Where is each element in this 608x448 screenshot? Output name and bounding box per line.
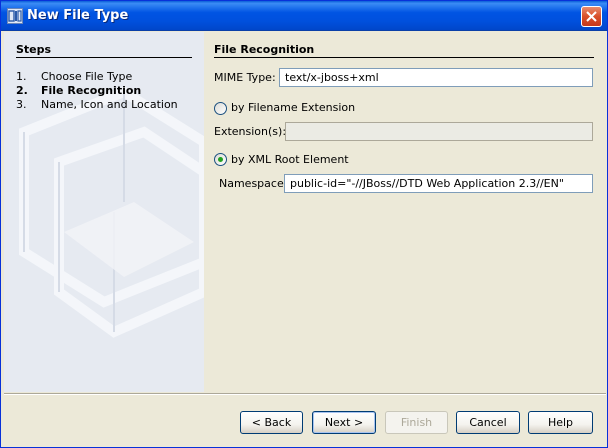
by-filename-extension-label[interactable]: by Filename Extension [231, 101, 355, 114]
button-bar-divider [4, 393, 606, 395]
step-number: 2. [16, 84, 28, 97]
mime-type-field[interactable]: text/x-jboss+xml [279, 68, 593, 87]
finish-button[interactable]: Finish [385, 411, 448, 434]
app-icon [7, 8, 23, 24]
mime-type-label: MIME Type: [214, 71, 276, 84]
dialog-window: New File Type Steps 1. Choose File Type … [0, 0, 608, 448]
steps-divider [16, 57, 192, 58]
namespace-field[interactable]: public-id="-//JBoss//DTD Web Application… [284, 174, 593, 193]
radio-selected-dot [218, 157, 223, 162]
by-xml-root-element-label[interactable]: by XML Root Element [231, 153, 349, 166]
step-number: 3. [16, 98, 27, 111]
extensions-field[interactable] [285, 122, 593, 141]
cancel-button[interactable]: Cancel [456, 411, 520, 434]
step-item-choose-file-type: 1. Choose File Type [16, 70, 132, 83]
section-title: File Recognition [214, 43, 315, 56]
namespace-label: Namespace: [219, 177, 288, 190]
steps-title: Steps [16, 43, 52, 56]
window-title: New File Type [27, 8, 129, 23]
close-icon [586, 11, 597, 22]
next-button[interactable]: Next > [312, 411, 376, 434]
main-panel: File Recognition MIME Type: text/x-jboss… [204, 32, 606, 392]
step-label: Name, Icon and Location [41, 98, 178, 111]
step-item-name-icon-location: 3. Name, Icon and Location [16, 98, 178, 111]
title-bar[interactable]: New File Type [1, 1, 607, 31]
help-button[interactable]: Help [528, 411, 593, 434]
step-number: 1. [16, 70, 27, 83]
close-button[interactable] [581, 6, 602, 27]
by-filename-extension-radio[interactable] [214, 102, 227, 115]
extensions-label: Extension(s): [214, 125, 287, 138]
step-label: Choose File Type [41, 70, 133, 83]
by-xml-root-element-radio[interactable] [214, 153, 227, 166]
step-label: File Recognition [41, 84, 142, 97]
step-item-file-recognition: 2. File Recognition [16, 84, 141, 97]
section-divider [214, 57, 594, 58]
back-button[interactable]: < Back [240, 411, 303, 434]
steps-panel: Steps 1. Choose File Type 2. File Recognit… [4, 32, 204, 392]
